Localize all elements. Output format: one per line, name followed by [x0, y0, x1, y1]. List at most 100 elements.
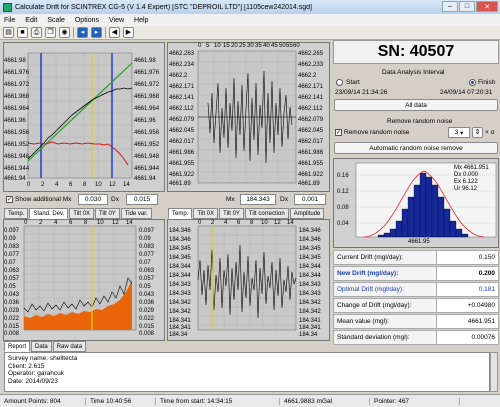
y-tick-right: 184.344	[299, 273, 321, 279]
all-data-button[interactable]: All data	[334, 99, 498, 111]
hist-stat: Ex 6.122	[454, 179, 478, 185]
y-tick-left: 4662.112	[169, 106, 194, 112]
y-tick-right: 4662.079	[298, 117, 324, 123]
x-tick: 0	[24, 220, 28, 226]
y-tick-right: 0.05	[139, 284, 151, 290]
tab-amplitude[interactable]: Amplitude	[289, 208, 325, 219]
close-button[interactable]: ✕	[476, 1, 498, 12]
mx-right-field[interactable]: 184.343	[240, 194, 276, 205]
show-mx-label: Show additional Mx	[15, 196, 72, 203]
open-icon[interactable]: ▤	[3, 27, 14, 38]
y-tick-left: 184.341	[169, 318, 191, 324]
menu-edit[interactable]: Edit	[25, 17, 37, 24]
menu-file[interactable]: File	[4, 17, 15, 24]
tab-data[interactable]: Data	[31, 341, 52, 352]
y-tick-right: 184.34	[299, 332, 318, 338]
y-tick-right: 184.345	[299, 255, 321, 261]
start-radio[interactable]	[336, 79, 343, 86]
window-title: Calculate Drift for SCINTREX CG-5 (V 1.4…	[15, 3, 313, 11]
x-tick: 14	[126, 220, 133, 226]
y-tick-left: 184.345	[169, 246, 191, 252]
tab-tilt-0y[interactable]: Tilt 0Y	[95, 208, 120, 219]
print-icon[interactable]: ⎙	[31, 27, 42, 38]
y-tick-right: 4661.964	[134, 106, 160, 112]
hist-x-label: 4661.95	[408, 239, 430, 245]
finish-radio[interactable]	[469, 79, 476, 86]
y-tick-left: 4661.98	[4, 58, 26, 64]
mx-left-field[interactable]: 0.030	[78, 194, 108, 205]
sigma-select[interactable]: 3 ▾	[448, 127, 470, 138]
auto-noise-remove-button[interactable]: Automatic random noise remove	[334, 142, 498, 154]
y-tick-right: 0.077	[139, 252, 155, 258]
y-tick-right: 4661.89	[298, 181, 320, 187]
stat-value: 4661.951	[437, 314, 499, 329]
stat-value[interactable]: 0.200	[437, 266, 499, 281]
tab-report[interactable]: Report	[4, 341, 31, 352]
y-tick-right: 4661.972	[134, 82, 160, 88]
report-line: Client: 2.615	[8, 362, 45, 370]
report-scrollbar[interactable]	[490, 352, 498, 392]
y-tick-right: 184.342	[299, 309, 321, 315]
tab-tilt-0x[interactable]: Tilt 0X	[69, 208, 95, 219]
forward-circle-icon[interactable]: ▶	[123, 27, 134, 38]
x-tick: 12	[109, 182, 116, 188]
y-tick-right: 184.343	[299, 282, 321, 288]
save-icon[interactable]: ■	[17, 27, 28, 38]
report-text[interactable]: Survey name: shelltecta Client: 2.615 Op…	[4, 352, 490, 392]
stat-value: 0.181	[437, 282, 499, 297]
temperature-chart-panel: 0 2 4 6 8 10 12 14 184.346 184.346 184.3…	[167, 219, 330, 341]
menu-view[interactable]: View	[109, 17, 124, 24]
x-tick: 2	[211, 220, 215, 226]
x-tick: 8	[250, 220, 254, 226]
back-circle-icon[interactable]: ◀	[109, 27, 120, 38]
y-tick-left: 4661.972	[4, 82, 30, 88]
x-tick: 40	[263, 43, 270, 49]
y-tick-left: 4661.944	[4, 166, 30, 172]
y-tick-right: 4661.956	[134, 130, 160, 136]
tab-temp-right[interactable]: Temp.	[168, 208, 193, 219]
x-tick: 60	[293, 43, 300, 49]
menu-help[interactable]: Help	[134, 17, 148, 24]
remove-noise-checkbox[interactable]: ✓	[335, 129, 342, 136]
menu-options[interactable]: Options	[75, 17, 99, 24]
hist-stat: Dx 0.000	[454, 172, 479, 178]
sigma-value: 3	[454, 129, 459, 136]
interval-heading: Data Analysis Interval	[382, 69, 445, 76]
tab-tilt-correction[interactable]: Tilt correction	[244, 208, 289, 219]
status-gravity: 4661.9883 mGal	[280, 397, 370, 405]
remove-noise-label: Remove random noise	[344, 129, 410, 136]
prev-icon[interactable]: ◂	[77, 27, 88, 38]
tab-temp[interactable]: Temp.	[4, 208, 29, 219]
y-tick-right: 184.341	[299, 325, 321, 331]
x-tick: 5	[206, 43, 210, 49]
dx-left-field[interactable]: 0.015	[126, 194, 158, 205]
tab-tilt-0y-right[interactable]: Tilt 0Y	[219, 208, 244, 219]
finish-label: Finish	[478, 79, 496, 86]
dx-right-field[interactable]: 0.001	[294, 194, 326, 205]
stat-label: Current Drift (mgl/day):	[333, 250, 437, 265]
next-icon[interactable]: ▸	[91, 27, 102, 38]
start-label: Start	[346, 79, 360, 86]
sigma-spinner-icon[interactable]: ⇕	[472, 127, 483, 138]
show-additional-mx-checkbox[interactable]: ✓	[6, 196, 13, 203]
tab-stand-dev[interactable]: Stand. Dev.	[29, 208, 69, 219]
minimize-button[interactable]: –	[442, 1, 458, 12]
copy-icon[interactable]: ❐	[45, 27, 56, 38]
y-tick-right: 4662.171	[298, 84, 324, 90]
y-tick-right: 4661.96	[134, 118, 156, 124]
y-tick-right: 0.015	[139, 324, 155, 330]
tab-tilt-0x-right[interactable]: Tilt 0X	[193, 208, 219, 219]
print-preview-icon[interactable]: ◉	[59, 27, 70, 38]
x-tick: 50	[279, 43, 286, 49]
tab-raw-data[interactable]: Raw data	[52, 341, 87, 352]
maximize-button[interactable]: □	[459, 1, 475, 12]
x-tick: 25	[239, 43, 246, 49]
y-tick-left: 184.342	[169, 309, 191, 315]
x-tick: 8	[84, 220, 88, 226]
y-tick-left: 0.063	[4, 268, 20, 274]
bottom-tabs: Report Data Raw data	[4, 341, 87, 352]
y-tick-left: 184.34	[169, 332, 188, 338]
y-tick-left: 184.346	[169, 237, 191, 243]
menu-scale[interactable]: Scale	[47, 17, 65, 24]
tab-tide-var[interactable]: Tide var.	[120, 208, 152, 219]
